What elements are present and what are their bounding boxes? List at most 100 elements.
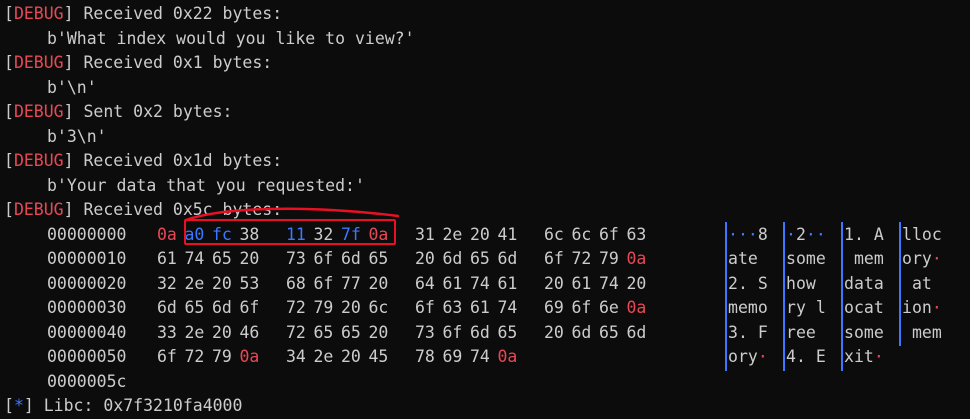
ascii-char: w bbox=[805, 273, 816, 293]
ascii-char bbox=[806, 298, 816, 317]
ascii-group: some bbox=[841, 319, 884, 346]
hex-byte: 74 bbox=[184, 249, 205, 268]
ascii-group: ···8 bbox=[725, 221, 768, 248]
ascii-char bbox=[902, 274, 912, 293]
ascii-char: · bbox=[737, 224, 748, 244]
log-line: [DEBUG] Received 0x22 bytes: bbox=[0, 2, 970, 27]
ascii-char: e bbox=[863, 249, 874, 268]
bracket-open: [ bbox=[4, 200, 14, 219]
ascii-char: A bbox=[873, 224, 884, 244]
log-line: b'Your data that you requested:' bbox=[0, 174, 970, 199]
hex-byte: 20 bbox=[212, 322, 232, 342]
ascii-char: · bbox=[931, 298, 942, 317]
hex-byte: 20 bbox=[470, 224, 490, 244]
ascii-char: o bbox=[844, 298, 854, 317]
ascii-char: h bbox=[786, 273, 796, 293]
ascii-char: a bbox=[853, 273, 864, 293]
ascii-group: 4. E bbox=[783, 344, 826, 370]
log-text: Received 0x1 bytes: bbox=[73, 53, 273, 72]
ascii-char: a bbox=[863, 298, 874, 317]
hex-byte: 65 bbox=[497, 322, 518, 342]
ascii-group: ion· bbox=[899, 295, 942, 321]
ascii-char: 3 bbox=[728, 322, 738, 342]
ascii-char: o bbox=[853, 322, 864, 342]
ascii-char: o bbox=[795, 249, 806, 268]
ascii-group: ory· bbox=[725, 344, 768, 370]
log-text: b'3\n' bbox=[47, 126, 107, 146]
log-line: b'\n' bbox=[0, 76, 970, 101]
hex-bytes: 33 2e 20 46 72 65 65 20 73 6f 6d 65 20 6d 65 6d bbox=[157, 321, 654, 346]
ascii-char: i bbox=[902, 298, 912, 317]
ascii-char: m bbox=[853, 249, 864, 268]
info-tag: * bbox=[13, 396, 24, 415]
ascii-char: c bbox=[931, 224, 942, 244]
ascii-char: 2 bbox=[795, 224, 806, 244]
hex-byte: 6f bbox=[313, 249, 334, 268]
hex-byte: 72 bbox=[286, 322, 306, 342]
hex-byte: 72 bbox=[571, 249, 592, 268]
terminal-window[interactable]: [DEBUG] Received 0x22 bytes: b'What index… bbox=[0, 0, 970, 415]
ascii-char: s bbox=[786, 249, 796, 268]
debug-message: [DEBUG] Received 0x22 bytes: bbox=[4, 2, 282, 27]
log-line: [DEBUG] Received 0x1d bytes: bbox=[0, 149, 970, 174]
ascii-char: . bbox=[737, 322, 748, 342]
log-line: [DEBUG] Sent 0x2 bytes: bbox=[0, 100, 970, 125]
hex-byte: 65 bbox=[599, 322, 619, 342]
bracket-close: ] bbox=[63, 102, 74, 121]
hex-byte: 63 bbox=[626, 224, 647, 244]
hex-byte: 72 bbox=[184, 347, 205, 366]
ascii-char: s bbox=[844, 322, 854, 342]
hex-byte: 74 bbox=[470, 273, 490, 293]
ascii-char: . bbox=[737, 273, 748, 293]
ascii-char: l bbox=[815, 298, 826, 317]
ascii-char: 2 bbox=[728, 273, 738, 293]
hex-bytes: 6d 65 6d 6f 72 79 20 6c 6f 63 61 74 69 6f 6e 0a bbox=[157, 296, 654, 321]
ascii-group: 2. S bbox=[725, 270, 768, 297]
hex-offset: 00000000 bbox=[47, 224, 127, 244]
ascii-char: y bbox=[795, 298, 806, 317]
hex-byte: 0a bbox=[157, 224, 177, 244]
hex-byte: 46 bbox=[239, 322, 260, 342]
hex-bytes: 61 74 65 20 73 6f 6d 65 20 6d 65 6d 6f 72 79 0a bbox=[157, 247, 654, 272]
ascii-char: t bbox=[873, 298, 884, 317]
hex-byte: 65 bbox=[341, 322, 361, 342]
hex-byte: 74 bbox=[599, 273, 619, 293]
ascii-char: o bbox=[902, 249, 912, 268]
hex-byte: 61 bbox=[470, 298, 490, 317]
hex-byte: 2e bbox=[184, 273, 205, 293]
ascii-char: c bbox=[853, 298, 864, 317]
hex-byte: a0 bbox=[184, 224, 205, 244]
ascii-group: mem bbox=[841, 246, 884, 272]
log-text: b'\n' bbox=[47, 77, 97, 97]
ascii-group: ry l bbox=[783, 295, 826, 321]
hex-byte: 33 bbox=[157, 322, 177, 342]
hex-byte: 6f bbox=[544, 249, 564, 268]
hex-byte: 63 bbox=[442, 298, 463, 317]
hex-byte: 74 bbox=[497, 298, 518, 317]
bracket-close: ] bbox=[63, 53, 74, 72]
ascii-group: ocat bbox=[841, 295, 884, 321]
hex-byte: 20 bbox=[544, 273, 564, 293]
ascii-char: e bbox=[921, 322, 932, 342]
ascii-group: mem bbox=[899, 319, 942, 346]
ascii-char: S bbox=[757, 273, 768, 293]
hex-byte: 31 bbox=[415, 224, 435, 244]
hexdump-row: 00000050 6f 72 79 0a 34 2e 20 45 78 69 74 0a ory· 4. E… bbox=[0, 344, 970, 370]
ascii-group: 1. A bbox=[841, 221, 884, 248]
hex-byte: 11 bbox=[286, 224, 306, 244]
ascii-char: m bbox=[747, 298, 758, 317]
hex-byte: 6f bbox=[157, 347, 177, 366]
ascii-char: 1 bbox=[844, 224, 854, 244]
hex-byte: 6e bbox=[599, 298, 619, 317]
hex-byte: 6d bbox=[157, 298, 177, 317]
hex-byte: 34 bbox=[286, 347, 306, 366]
hex-byte: 0a bbox=[368, 224, 389, 244]
log-text: Received 0x22 bytes: bbox=[73, 4, 283, 23]
ascii-char: l bbox=[911, 224, 922, 244]
ascii-char: t bbox=[737, 249, 748, 268]
ascii-char: m bbox=[873, 249, 884, 268]
log-line: b'What index would you like to view?' bbox=[0, 27, 970, 52]
hex-byte: 69 bbox=[442, 347, 463, 366]
hex-byte: 64 bbox=[415, 273, 435, 293]
log-line: [DEBUG] Received 0x1 bytes: bbox=[0, 51, 970, 76]
